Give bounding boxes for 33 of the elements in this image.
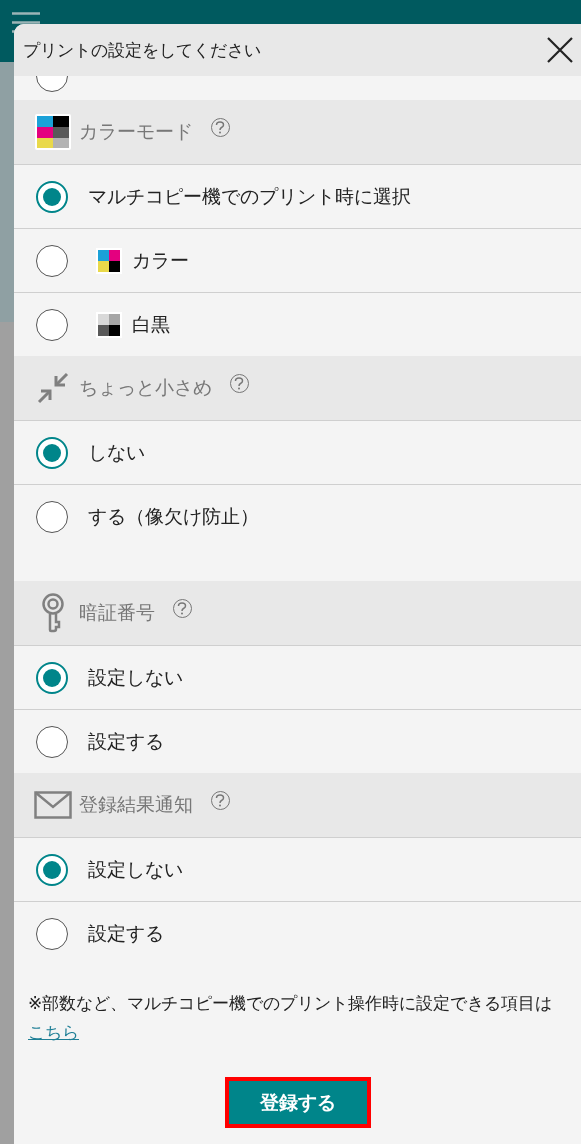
grayscale-swatch-icon	[96, 311, 122, 338]
option-label: 設定しない	[88, 857, 183, 882]
section-title: カラーモード	[79, 120, 193, 144]
radio-button[interactable]	[36, 436, 68, 469]
color-swatch-icon	[96, 247, 122, 274]
envelope-icon	[34, 791, 72, 819]
radio-button[interactable]	[36, 917, 68, 950]
register-button[interactable]: 登録する	[224, 1077, 371, 1128]
link[interactable]: こちら	[28, 1023, 79, 1042]
option-label: しない	[88, 440, 145, 465]
dialog-title: プリントの設定をしてください	[23, 39, 261, 62]
close-button[interactable]	[547, 37, 573, 63]
option-label: 白黒	[132, 312, 170, 337]
radio-button[interactable]	[36, 244, 68, 277]
radio-button[interactable]	[36, 180, 68, 213]
section-title: 登録結果通知	[79, 793, 193, 817]
option-label: 設定する	[88, 729, 164, 754]
radio-button[interactable]	[36, 661, 68, 694]
option-label: する（像欠け防止）	[88, 504, 259, 529]
radio-button[interactable]	[36, 500, 68, 533]
note-text: ※部数など、マルチコピー機でのプリント操作時に設定できる項目は	[28, 994, 553, 1013]
radio-button[interactable]	[36, 725, 68, 758]
option-label: 設定する	[88, 921, 164, 946]
radio-button[interactable]	[36, 853, 68, 886]
option-label: 設定しない	[88, 665, 183, 690]
shrink-arrows-icon	[36, 371, 70, 405]
key-icon	[40, 593, 66, 633]
radio-button[interactable]	[36, 308, 68, 341]
section-title: 暗証番号	[79, 601, 155, 625]
option-label: カラー	[132, 248, 189, 273]
section-title: ちょっと小さめ	[79, 376, 212, 400]
option-label: マルチコピー機でのプリント時に選択	[88, 184, 411, 209]
color-palette-icon	[35, 114, 71, 150]
